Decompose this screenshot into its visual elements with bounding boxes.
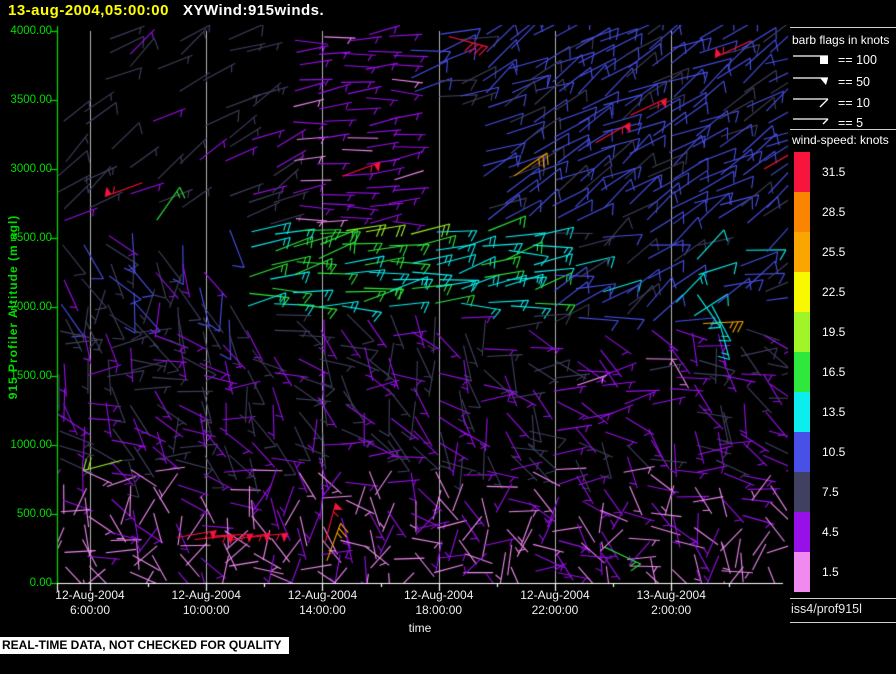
x-tick-time: 22:00:00 [531,603,579,617]
legend-row-100: == 100 [792,50,877,70]
quality-banner: REAL-TIME DATA, NOT CHECKED FOR QUALITY [0,637,289,654]
wind-profiler-screen: 13-aug-2004,05:00:00 XYWind:915winds. 91… [0,0,896,674]
legend-label-5: == 5 [838,116,864,130]
x-tick-time: 6:00:00 [69,603,111,617]
y-tick-label: 500.00 [16,508,52,520]
colorbar-label: 13.5 [822,405,846,419]
title-bar: 13-aug-2004,05:00:00 XYWind:915winds. [8,2,324,19]
colorbar-label: 19.5 [822,325,846,339]
x-tick-time: 2:00:00 [651,603,692,617]
colorbar-segment [794,512,810,552]
x-tick-time: 18:00:00 [415,603,463,617]
wind-barb-plot [0,0,896,674]
colorbar-label: 28.5 [822,205,846,219]
colorbar-label: 1.5 [822,565,839,579]
legend-label-10: == 10 [838,96,870,110]
colorbar-segment [794,472,810,512]
colorbar-segment [794,312,810,352]
colorbar-label: 25.5 [822,245,846,259]
colorbar-title: wind-speed: knots [792,133,889,147]
colorbar-label: 22.5 [822,285,846,299]
x-tick-date: 13-Aug-2004 [636,588,706,602]
colorbar-label: 16.5 [822,365,846,379]
colorbar-segment [794,352,810,392]
y-tick-label: 4000.00 [10,25,52,37]
legend-label-50: == 50 [838,75,870,89]
barb-flag-100-icon [793,55,828,64]
colorbar-segment [794,192,810,232]
barb-legend-title: barb flags in knots [792,33,890,47]
y-tick-label: 3500.00 [10,94,52,106]
x-tick-date: 12-Aug-2004 [171,588,241,602]
y-tick-label: 1500.00 [10,370,52,382]
x-tick-time: 10:00:00 [182,603,230,617]
colorbar-label: 4.5 [822,525,839,539]
x-tick-date: 12-Aug-2004 [287,588,358,602]
x-tick-date: 12-Aug-2004 [55,588,125,602]
colorbar-segment [794,552,810,592]
barb-full-10-icon [793,98,829,108]
panel-divider-mid [790,129,896,130]
x-axis-title: time [408,621,432,635]
colorbar-segment [794,432,810,472]
panel-divider-top [790,27,896,28]
y-tick-label: 2000.00 [10,301,52,313]
legend-row-5: == 5 [792,113,863,133]
panel-divider-source-top [790,598,896,599]
y-tick-label: 3000.00 [10,163,52,175]
y-tick-label: 2500.00 [10,232,52,244]
y-tick-label: 1000.00 [10,439,52,451]
legend-label-100: == 100 [838,53,877,67]
colorbar-label: 31.5 [822,165,846,179]
title-datetime: 13-aug-2004,05:00:00 [8,2,169,19]
x-tick-date: 12-Aug-2004 [520,588,590,602]
legend-row-50: == 50 [792,72,870,92]
colorbar-segment [794,272,810,312]
colorbar-label: 10.5 [822,445,846,459]
colorbar-label: 7.5 [822,485,839,499]
legend-row-10: == 10 [792,93,870,113]
x-tick-date: 12-Aug-2004 [404,588,474,602]
colorbar-segment [794,152,810,192]
page-title: XYWind:915winds. [182,2,325,19]
colorbar-segment [794,392,810,432]
data-source-label: iss4/prof915l [791,602,862,616]
barb-pennant-50-icon [793,77,828,85]
panel-divider-source-bottom [790,622,896,623]
x-tick-time: 14:00:00 [299,603,346,617]
colorbar-segment [794,232,810,272]
